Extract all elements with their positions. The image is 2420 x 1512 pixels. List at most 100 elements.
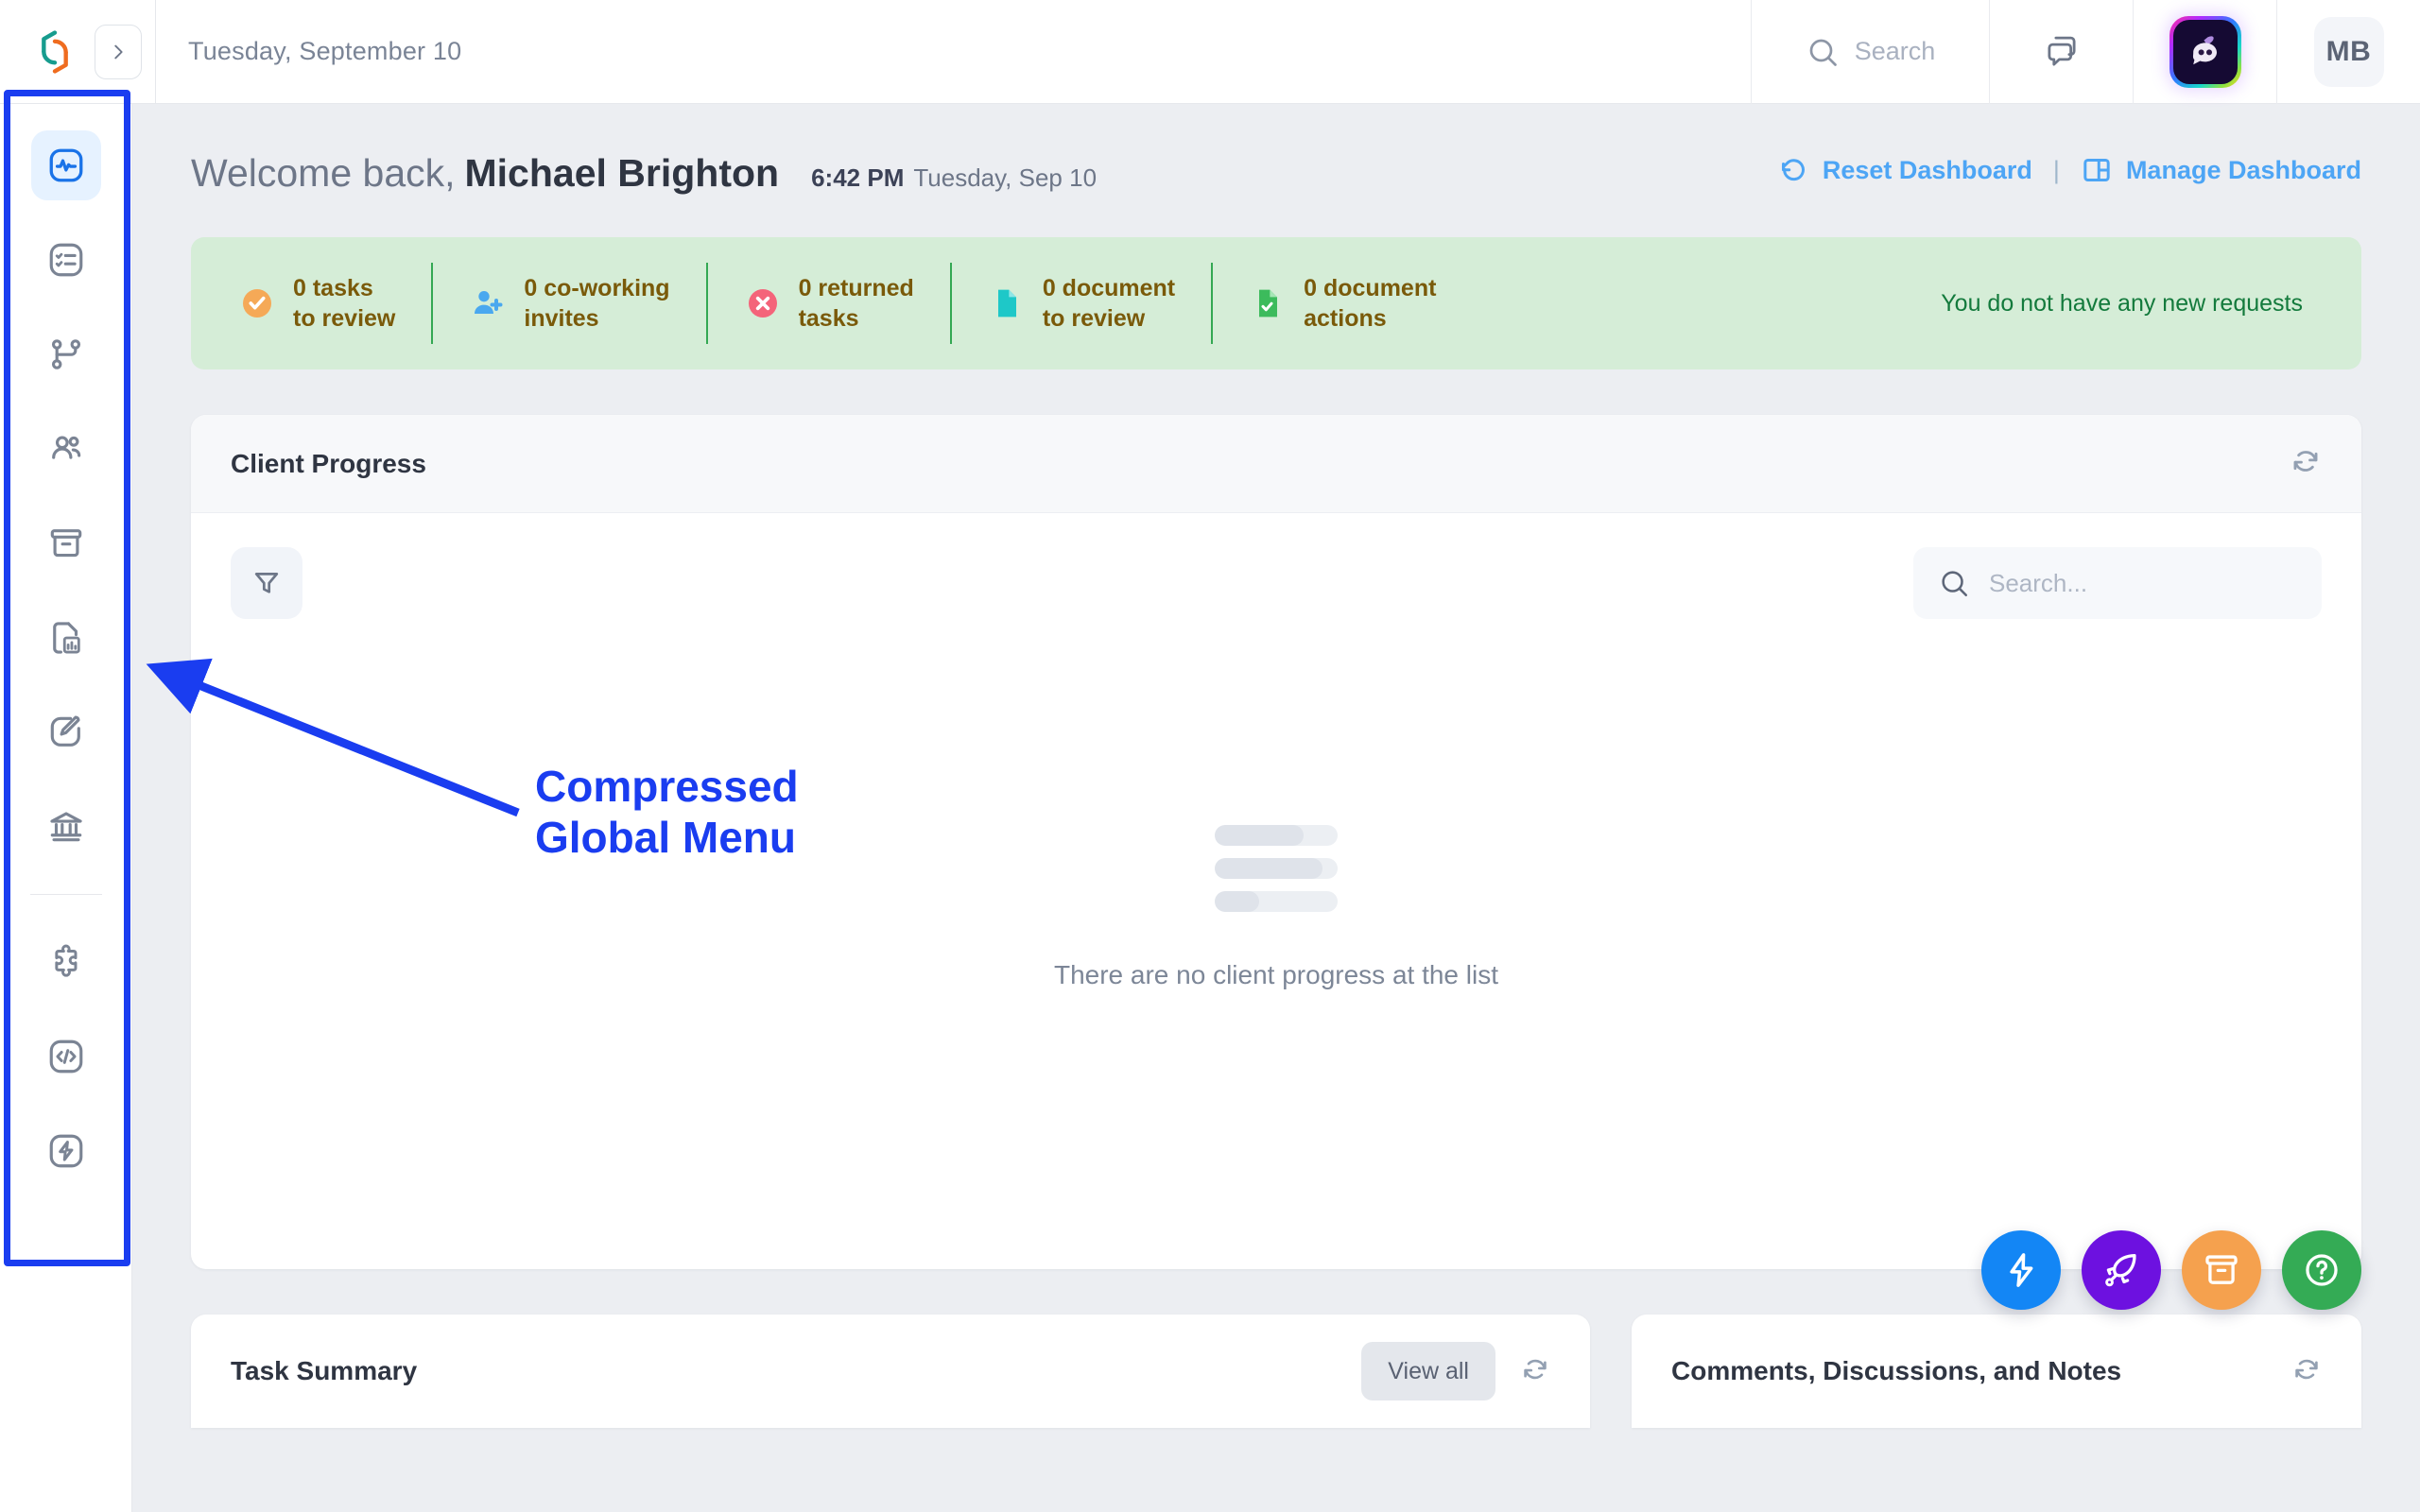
sidebar-item-developer[interactable] bbox=[31, 1022, 101, 1091]
notification-line2: to review bbox=[1042, 305, 1146, 332]
notification-line1: 0 returned bbox=[798, 275, 914, 301]
client-progress-card: Client Progress Search... There are no c… bbox=[191, 415, 2361, 1269]
chat-button[interactable] bbox=[1989, 0, 2133, 104]
notification-coworking-invites[interactable]: 0 co-working invites bbox=[431, 263, 705, 344]
filter-button[interactable] bbox=[231, 547, 302, 619]
notification-line2: to review bbox=[293, 305, 396, 332]
sidebar-item-workflow[interactable] bbox=[31, 319, 101, 389]
sidebar-item-bank[interactable] bbox=[31, 792, 101, 862]
notification-line2: actions bbox=[1304, 305, 1387, 332]
sidebar-item-reports[interactable] bbox=[31, 603, 101, 673]
client-progress-empty-text: There are no client progress at the list bbox=[1053, 960, 1498, 989]
archive-fab[interactable] bbox=[2182, 1230, 2261, 1310]
sidebar-item-archive[interactable] bbox=[31, 508, 101, 578]
notification-tasks-to-review[interactable]: 0 tasks to review bbox=[197, 263, 431, 344]
notification-label: 0 returned tasks bbox=[799, 273, 914, 334]
global-search-button[interactable]: Search bbox=[1751, 0, 1989, 104]
sidebar-expand-button[interactable] bbox=[95, 24, 142, 79]
notification-line1: 0 document bbox=[1042, 275, 1176, 301]
refresh-icon bbox=[2293, 451, 2318, 472]
ai-assistant-button[interactable] bbox=[2133, 0, 2276, 104]
notification-label: 0 document to review bbox=[1043, 273, 1175, 334]
checklist-icon bbox=[49, 243, 82, 277]
notifications-bar: 0 tasks to review 0 co-working invites 0… bbox=[191, 237, 2361, 369]
sidebar-item-clients[interactable] bbox=[31, 414, 101, 484]
quick-action-fab[interactable] bbox=[1981, 1230, 2061, 1310]
launch-fab[interactable] bbox=[2082, 1230, 2161, 1310]
dashboard-page: Tuesday, September 10 Search MB Welcome … bbox=[0, 0, 2420, 1512]
comments-title: Comments, Discussions, and Notes bbox=[1671, 1356, 2122, 1385]
bottom-cards-row: Task Summary View all Comments, Discussi… bbox=[191, 1314, 2361, 1428]
archive-box-icon bbox=[50, 529, 81, 558]
notification-line1: 0 document bbox=[1304, 275, 1437, 301]
notification-line2: tasks bbox=[798, 305, 859, 332]
refresh-icon bbox=[1524, 1359, 1547, 1379]
notification-document-actions[interactable]: 0 document actions bbox=[1211, 263, 1472, 344]
sidebar-item-activity[interactable] bbox=[30, 130, 101, 200]
sidebar-item-editor[interactable] bbox=[31, 697, 101, 767]
client-progress-refresh-button[interactable] bbox=[2290, 445, 2322, 482]
comments-header: Comments, Discussions, and Notes bbox=[1632, 1314, 2361, 1428]
welcome-time: 6:42 PM bbox=[811, 163, 905, 192]
reset-dashboard-button[interactable]: Reset Dashboard bbox=[1777, 154, 2032, 186]
app-logo-hexagon-icon[interactable] bbox=[28, 26, 81, 78]
notification-line1: 0 tasks bbox=[293, 275, 373, 301]
filter-funnel-icon bbox=[254, 573, 279, 593]
comments-discussions-notes-card: Comments, Discussions, and Notes bbox=[1632, 1314, 2361, 1428]
sidebar-item-tasks[interactable] bbox=[31, 225, 101, 295]
sidebar-item-automation[interactable] bbox=[31, 1116, 101, 1186]
main-content: Welcome back, Michael Brighton 6:42 PM T… bbox=[132, 104, 2420, 1512]
placeholder-bar bbox=[1215, 825, 1338, 846]
task-summary-title: Task Summary bbox=[231, 1356, 418, 1385]
manage-dashboard-button[interactable]: Manage Dashboard bbox=[2081, 154, 2361, 186]
global-menu-sidebar bbox=[0, 104, 132, 1512]
task-summary-refresh-button[interactable] bbox=[1520, 1354, 1550, 1389]
refresh-icon bbox=[2295, 1359, 2318, 1379]
rocket-icon bbox=[2105, 1253, 2136, 1287]
sidebar-divider bbox=[29, 894, 102, 895]
global-search-label: Search bbox=[1854, 37, 1936, 65]
people-icon bbox=[51, 436, 80, 459]
welcome-date: Tuesday, Sep 10 bbox=[913, 163, 1098, 192]
task-summary-view-all-button[interactable]: View all bbox=[1361, 1342, 1495, 1400]
search-icon bbox=[1809, 39, 1837, 66]
chat-bubbles-icon bbox=[2047, 36, 2076, 66]
bank-institution-icon bbox=[49, 812, 82, 842]
client-progress-search-input[interactable]: Search... bbox=[1913, 547, 2322, 619]
search-icon bbox=[1942, 571, 1968, 597]
header-divider bbox=[155, 0, 156, 104]
notification-label: 0 co-working invites bbox=[524, 273, 669, 334]
notification-label: 0 document actions bbox=[1304, 273, 1436, 334]
sidebar-item-integrations[interactable] bbox=[31, 927, 101, 997]
code-brackets-icon bbox=[49, 1040, 82, 1074]
lightning-bolt-icon bbox=[2010, 1253, 2033, 1287]
document-chart-icon bbox=[52, 622, 80, 654]
task-summary-card: Task Summary View all bbox=[191, 1314, 1590, 1428]
workflow-branch-icon bbox=[51, 339, 80, 369]
client-progress-title: Client Progress bbox=[231, 448, 426, 478]
welcome-row: Welcome back, Michael Brighton 6:42 PM T… bbox=[132, 104, 2420, 196]
client-progress-empty-state: There are no client progress at the list bbox=[191, 825, 2361, 990]
document-icon bbox=[997, 289, 1016, 318]
top-bar-right: Search MB bbox=[1751, 0, 2420, 104]
question-circle-icon bbox=[2306, 1254, 2338, 1286]
layout-panels-icon bbox=[2083, 159, 2110, 181]
archive-box-icon bbox=[2205, 1255, 2238, 1284]
notification-document-to-review[interactable]: 0 document to review bbox=[949, 263, 1211, 344]
x-circle-icon bbox=[748, 289, 777, 318]
notification-returned-tasks[interactable]: 0 returned tasks bbox=[705, 263, 950, 344]
dashboard-actions-separator: | bbox=[2052, 155, 2060, 184]
activity-pulse-icon bbox=[49, 148, 82, 182]
document-check-icon bbox=[1259, 289, 1278, 318]
puzzle-piece-icon bbox=[54, 944, 77, 977]
user-menu-button[interactable]: MB bbox=[2276, 0, 2420, 104]
help-fab[interactable] bbox=[2282, 1230, 2361, 1310]
check-circle-icon bbox=[243, 289, 271, 318]
comments-refresh-button[interactable] bbox=[2291, 1354, 2322, 1389]
task-summary-header: Task Summary View all bbox=[191, 1314, 1590, 1428]
reset-counterclockwise-icon bbox=[1781, 159, 1805, 181]
welcome-greeting: Welcome back, bbox=[191, 151, 456, 195]
brush-edit-icon bbox=[50, 715, 80, 747]
avatar: MB bbox=[2313, 16, 2384, 87]
ai-assistant-icon bbox=[2169, 15, 2241, 88]
